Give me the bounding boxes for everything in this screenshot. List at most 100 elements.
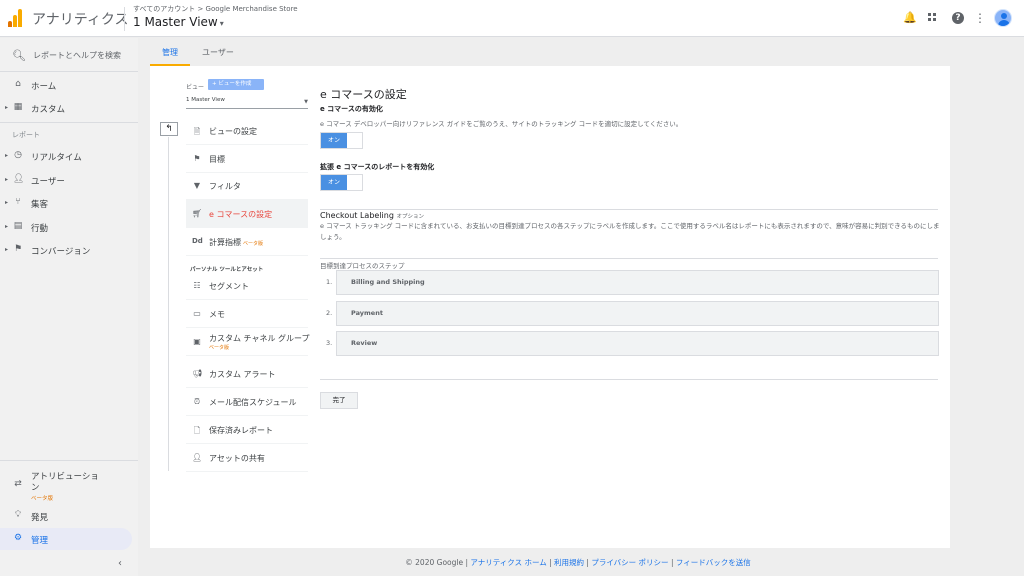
view-name: 1 Master View: [133, 15, 218, 29]
breadcrumb[interactable]: すべてのアカウント > Google Merchandise Store: [133, 4, 298, 14]
nav-notes[interactable]: ▭ メモ: [186, 300, 308, 328]
done-button[interactable]: 完了: [320, 392, 358, 409]
alarm-icon: ⏰︎: [193, 397, 201, 406]
divider: [124, 7, 125, 31]
nav-share-assets[interactable]: 👤︎ アセットの共有: [186, 444, 308, 472]
footer-link-privacy[interactable]: プライバシー ポリシー: [591, 558, 668, 567]
enhanced-ecommerce-toggle[interactable]: オン: [320, 174, 363, 191]
dd-icon: Dd: [192, 237, 203, 245]
expand-arrow-icon: ▸: [5, 152, 9, 159]
view-selector[interactable]: 1 Master View ▾: [133, 15, 224, 29]
nav-label: カスタム チャネル グループ: [209, 334, 310, 343]
person-add-icon: 👤︎: [192, 453, 203, 462]
step-input-payment[interactable]: Payment: [336, 301, 939, 326]
step-input-billing[interactable]: Billing and Shipping: [336, 270, 939, 295]
nav-custom-alerts[interactable]: 📢︎ カスタム アラート: [186, 360, 308, 388]
more-vert-icon[interactable]: ⋮: [974, 12, 986, 24]
apps-grid-icon[interactable]: [928, 12, 940, 24]
sidebar-item-acquisition[interactable]: ▸ ⑂ 集客: [0, 192, 132, 214]
footer: © 2020 Google | アナリティクス ホーム | 利用規約 | プライ…: [405, 558, 751, 567]
bell-icon[interactable]: 🔔: [903, 12, 917, 24]
footer-link-analytics-home[interactable]: アナリティクス ホーム: [470, 558, 546, 567]
sidebar: 🔍︎ レポートとヘルプを検索 ⌂ ホーム ▸ ▦ カスタム レポート ▸ ◷ リ…: [0, 38, 138, 576]
nav-saved-reports[interactable]: 🗋︎ 保存済みレポート: [186, 416, 308, 444]
sidebar-item-label: コンバージョン: [31, 247, 91, 257]
cart-icon: 🛒︎: [192, 209, 203, 218]
funnel-title: 目標到達プロセスのステップ: [320, 262, 409, 270]
create-view-button[interactable]: + ビューを作成: [208, 79, 264, 90]
sidebar-search[interactable]: 🔍︎ レポートとヘルプを検索: [0, 38, 138, 72]
nav-ecommerce-settings[interactable]: 🛒︎ e コマースの設定: [186, 200, 308, 228]
caret-down-icon: ▾: [219, 19, 224, 28]
nav-custom-channel-groups[interactable]: ▣ カスタム チャネル グループ ベータ版: [186, 328, 310, 356]
enable-ecommerce-title: e コマースの有効化: [320, 105, 383, 113]
nav-email-schedule[interactable]: ⏰︎ メール配信スケジュール: [186, 388, 308, 416]
sidebar-item-label: 行動: [31, 224, 49, 234]
footer-link-terms[interactable]: 利用規約: [554, 558, 584, 567]
beta-badge: ベータ版: [31, 496, 54, 502]
checkout-labeling-heading: Checkout Labeling オプション: [320, 203, 938, 220]
flag-icon: ⚑: [193, 154, 201, 163]
toggle-on-label: オン: [321, 175, 347, 190]
sidebar-item-discover[interactable]: 💡︎ 発見: [0, 505, 132, 527]
nav-filters[interactable]: ▼ フィルタ: [186, 172, 308, 200]
sidebar-item-label: 発見: [31, 513, 49, 523]
help-icon[interactable]: ?: [952, 12, 964, 24]
flag-icon: ⚑: [13, 244, 23, 254]
nav-label: カスタム アラート: [209, 370, 276, 379]
divider: [0, 460, 138, 461]
enable-ecommerce-desc: e コマース デベロッパー向けリファレンス ガイドをご覧のうえ、サイトのトラッキ…: [320, 120, 683, 128]
sidebar-item-attribution[interactable]: ⇄ アトリビューション: [0, 468, 132, 498]
sidebar-item-label: リアルタイム: [31, 153, 82, 163]
back-arrow-button[interactable]: ↰: [160, 122, 178, 136]
sidebar-item-users[interactable]: ▸ 👤︎ ユーザー: [0, 169, 132, 191]
expand-arrow-icon: ▸: [5, 246, 9, 253]
expand-arrow-icon: ▸: [5, 176, 9, 183]
nav-label: e コマースの設定: [209, 210, 273, 219]
enable-ecommerce-toggle[interactable]: オン: [320, 132, 363, 149]
nav-label: 保存済みレポート: [209, 426, 273, 435]
divider: [0, 122, 138, 123]
filter-icon: ▼: [193, 181, 201, 190]
sidebar-item-realtime[interactable]: ▸ ◷ リアルタイム: [0, 145, 132, 167]
section-report: レポート: [12, 131, 40, 139]
note-icon: ▭: [193, 309, 201, 318]
avatar[interactable]: [994, 9, 1012, 27]
divider: [168, 137, 169, 471]
selected-view: 1 Master View: [186, 97, 225, 103]
optional-label: オプション: [396, 214, 424, 220]
lightbulb-icon: 💡︎: [14, 510, 22, 520]
page-title: e コマースの設定: [320, 88, 407, 101]
sidebar-item-admin[interactable]: ⚙ 管理: [0, 528, 132, 550]
beta-badge: ベータ版: [209, 345, 230, 351]
app-title[interactable]: アナリティクス: [32, 9, 128, 29]
sidebar-item-label: 管理: [31, 536, 49, 546]
search-label: レポートとヘルプを検索: [33, 51, 121, 60]
nav-label: フィルタ: [209, 182, 241, 191]
main-panel: ビュー + ビューを作成 1 Master View ▼ ↰ 🗎︎ ビューの設定…: [150, 66, 950, 548]
sidebar-item-label: ユーザー: [31, 177, 65, 187]
nav-label: メモ: [209, 310, 225, 319]
nav-label: メール配信スケジュール: [209, 398, 297, 407]
sidebar-item-conversion[interactable]: ▸ ⚑ コンバージョン: [0, 239, 132, 261]
nav-label: セグメント: [209, 282, 249, 291]
view-dropdown[interactable]: 1 Master View ▼: [186, 97, 308, 109]
analytics-logo-icon[interactable]: [8, 9, 24, 27]
behavior-icon: ▤: [13, 221, 23, 231]
sidebar-item-behavior[interactable]: ▸ ▤ 行動: [0, 216, 132, 238]
expand-arrow-icon: ▸: [5, 223, 9, 230]
caret-down-icon: ▼: [304, 99, 308, 105]
sidebar-item-custom[interactable]: ▸ ▦ カスタム: [0, 97, 132, 119]
nav-goals[interactable]: ⚑ 目標: [186, 145, 308, 173]
footer-link-feedback[interactable]: フィードバックを送信: [676, 558, 751, 567]
step-input-review[interactable]: Review: [336, 331, 939, 356]
nav-calculated-metrics[interactable]: Dd 計算指標 ベータ版: [186, 228, 308, 256]
nav-view-settings[interactable]: 🗎︎ ビューの設定: [186, 117, 308, 145]
divider: [320, 379, 938, 380]
tab-admin[interactable]: 管理: [150, 44, 190, 66]
nav-segments[interactable]: ☷ セグメント: [186, 272, 308, 300]
sidebar-item-home[interactable]: ⌂ ホーム: [0, 74, 132, 96]
tab-user[interactable]: ユーザー: [196, 44, 242, 66]
funnel-steps-heading: 目標到達プロセスのステップ: [320, 253, 938, 270]
beta-badge: ベータ版: [243, 241, 264, 247]
